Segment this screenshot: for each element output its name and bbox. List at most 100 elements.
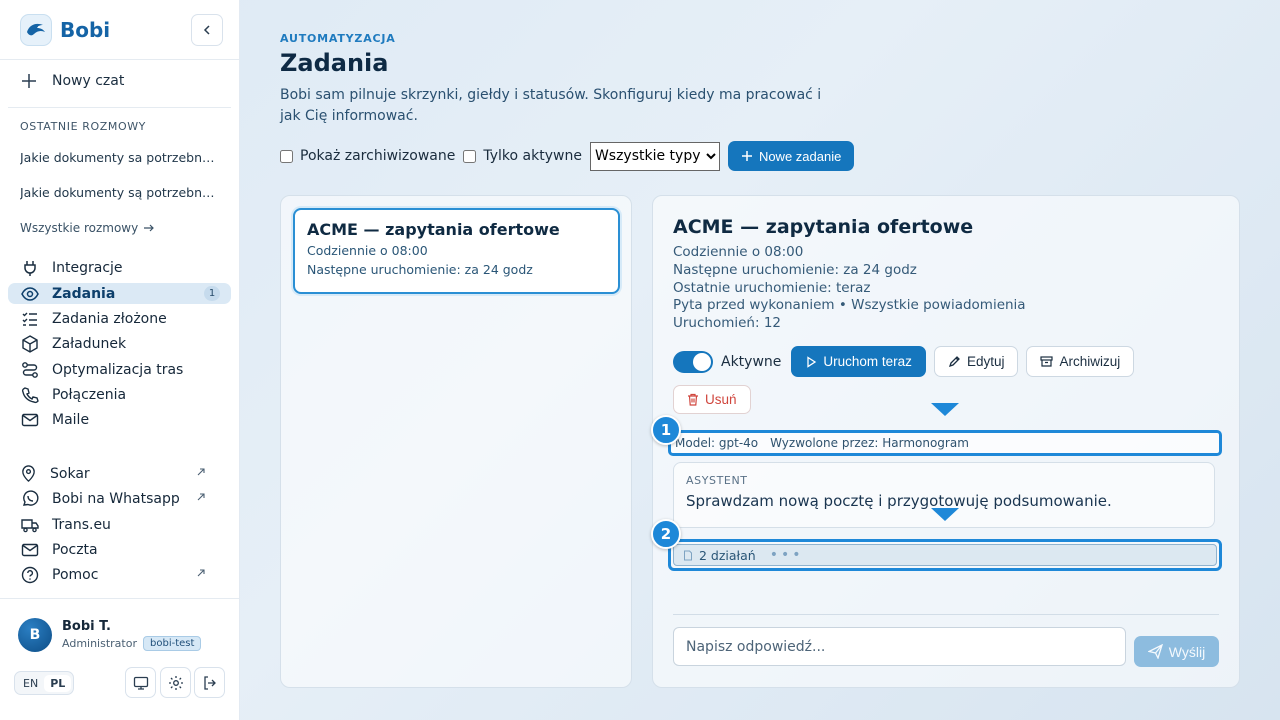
divider: [0, 598, 239, 599]
detail-next-run: Następne uruchomienie: za 24 godz: [673, 262, 917, 278]
run-trigger: Wyzwolone przez: Harmonogram: [770, 436, 969, 450]
edit-button[interactable]: Edytuj: [933, 346, 1019, 377]
sidebar-item-trans-eu[interactable]: Trans.eu: [8, 514, 231, 535]
whatsapp-icon: [22, 489, 39, 506]
run-now-label: Uruchom teraz: [823, 354, 912, 369]
detail-actions: Aktywne Uruchom teraz Edytuj Archiwizuj: [673, 346, 1135, 377]
task-card-title: ACME — zapytania ofertowe: [307, 220, 560, 239]
loading-dots-icon: •••: [769, 547, 804, 563]
actions-summary[interactable]: 2 działań •••: [673, 544, 1217, 566]
location-icon: [22, 465, 35, 482]
profile-role-row: Administrator bobi-test: [62, 636, 202, 651]
sidebar-item-label: Załadunek: [52, 335, 127, 352]
logout-button[interactable]: [194, 667, 225, 698]
phone-icon: [21, 386, 39, 403]
sidebar-item-zaladunek[interactable]: Załadunek: [8, 333, 231, 354]
sidebar-item-label: Poczta: [52, 541, 98, 558]
mail-icon: [21, 543, 39, 556]
sidebar-item-label: Zadania złożone: [52, 310, 167, 327]
sidebar-item-optymalizacja-tras[interactable]: Optymalizacja tras: [8, 359, 231, 380]
archive-button[interactable]: Archiwizuj: [1026, 346, 1135, 377]
task-detail-panel: ACME — zapytania ofertowe Codziennie o 0…: [651, 195, 1240, 688]
actions-count: 2 działań: [699, 547, 756, 563]
sidebar-item-label: Integracje: [52, 259, 123, 276]
play-icon: [807, 355, 817, 368]
active-toggle[interactable]: [673, 350, 713, 373]
new-chat-label: Nowy czat: [52, 73, 125, 89]
gear-icon: [168, 675, 183, 690]
detail-last-run: Ostatnie uruchomienie: teraz: [673, 280, 871, 296]
avatar: B: [18, 618, 52, 652]
external-link-icon: [197, 569, 205, 577]
profile-role: Administrator: [62, 637, 137, 650]
language-toggle: EN PL: [14, 671, 75, 695]
lang-pl-button[interactable]: PL: [44, 674, 72, 692]
sidebar-item-sokar[interactable]: Sokar: [8, 463, 231, 484]
external-link-icon: [197, 493, 205, 501]
sidebar-item-maile[interactable]: Maile: [8, 409, 231, 430]
page-title: Zadania: [280, 49, 389, 77]
annotation-marker-2: 2: [651, 519, 681, 549]
new-task-button[interactable]: Nowe zadanie: [727, 141, 855, 171]
sidebar-item-label: Trans.eu: [52, 516, 111, 533]
plug-icon: [24, 260, 36, 276]
recent-chat-item[interactable]: Jakie dokumenty są potrzebne do...: [20, 185, 220, 200]
trash-icon: [688, 393, 698, 406]
pencil-icon: [948, 356, 960, 368]
archive-label: Archiwizuj: [1059, 354, 1121, 369]
reply-input[interactable]: Napisz odpowiedź...: [673, 627, 1126, 666]
settings-button[interactable]: [160, 667, 191, 698]
run-meta-bar[interactable]: Model: gpt-4o Wyzwolone przez: Harmonogr…: [668, 430, 1222, 456]
all-chats-link[interactable]: Wszystkie rozmowy: [20, 221, 155, 235]
sidebar-item-label: Zadania: [52, 285, 116, 302]
sidebar-item-zadania-zlozone[interactable]: Zadania złożone: [8, 308, 231, 329]
divider: [673, 614, 1219, 615]
monitor-icon: [133, 676, 148, 690]
annotation-marker-1: 1: [651, 415, 681, 445]
only-active-filter[interactable]: Tylko aktywne: [463, 148, 582, 164]
user-profile[interactable]: B Bobi T. Administrator bobi-test: [18, 618, 202, 652]
sidebar-item-polaczenia[interactable]: Połączenia: [8, 384, 231, 405]
chevron-left-icon: [203, 25, 210, 35]
eye-icon: [21, 286, 39, 301]
send-icon: [1147, 644, 1163, 659]
route-icon: [22, 361, 38, 378]
detail-settings: Pyta przed wykonaniem • Wszystkie powiad…: [673, 297, 1026, 313]
active-toggle-label: Aktywne: [721, 353, 782, 370]
recent-chat-item[interactable]: Jakie dokumenty sa potrzebne do...: [20, 150, 220, 165]
delete-button[interactable]: Usuń: [673, 385, 751, 414]
new-chat-button[interactable]: Nowy czat: [20, 72, 124, 90]
actions-summary-bar[interactable]: 2 działań •••: [668, 539, 1222, 571]
task-card-schedule: Codziennie o 08:00: [307, 243, 428, 258]
message-role: ASYSTENT: [686, 474, 748, 487]
sidebar-item-poczta[interactable]: Poczta: [8, 539, 231, 560]
external-link-icon: [197, 468, 205, 476]
sidebar-item-bobi-whatsapp[interactable]: Bobi na Whatsapp: [8, 488, 231, 509]
box-icon: [22, 334, 38, 353]
sidebar-item-integracje[interactable]: Integracje: [8, 257, 231, 278]
show-archived-label: Pokaż zarchiwizowane: [300, 148, 456, 164]
collapse-sidebar-button[interactable]: [191, 14, 223, 46]
show-archived-filter[interactable]: Pokaż zarchiwizowane: [280, 148, 455, 164]
run-now-button[interactable]: Uruchom teraz: [791, 346, 926, 377]
sidebar-item-label: Połączenia: [52, 386, 127, 403]
sidebar-item-zadania[interactable]: Zadania 1: [8, 283, 231, 304]
profile-name: Bobi T.: [62, 619, 111, 634]
edit-label: Edytuj: [966, 354, 1005, 369]
brand-logo-icon: [20, 14, 52, 46]
profile-info: Bobi T. Administrator bobi-test: [62, 619, 202, 651]
task-type-select[interactable]: Wszystkie typy: [589, 141, 720, 171]
only-active-checkbox[interactable]: [463, 149, 477, 163]
send-button[interactable]: Wyślij: [1134, 636, 1219, 667]
count-badge: 1: [204, 286, 220, 301]
document-icon: [684, 550, 692, 560]
sidebar-item-pomoc[interactable]: Pomoc: [8, 564, 231, 585]
show-archived-checkbox[interactable]: [280, 149, 293, 163]
brand[interactable]: Bobi: [20, 14, 110, 46]
lang-en-button[interactable]: EN: [17, 675, 44, 692]
display-button[interactable]: [125, 667, 156, 698]
task-card[interactable]: ACME — zapytania ofertowe Codziennie o 0…: [293, 208, 620, 294]
brand-name: Bobi: [60, 18, 111, 42]
divider: [8, 107, 231, 108]
env-badge: bobi-test: [143, 636, 202, 651]
